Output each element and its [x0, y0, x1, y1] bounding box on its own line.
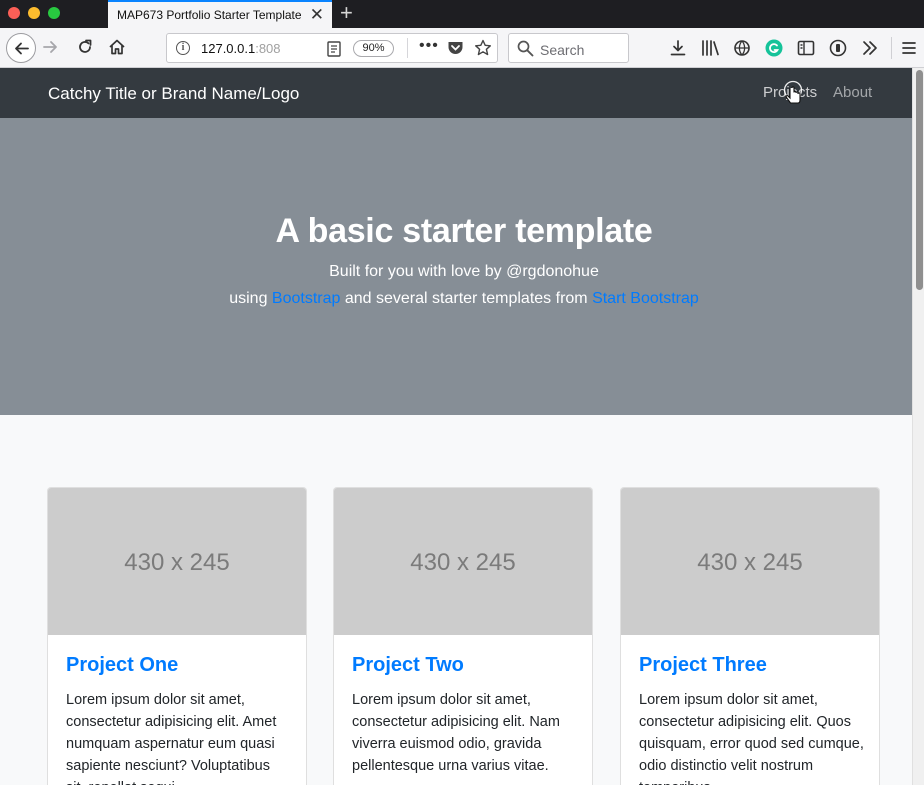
- maximize-window-button[interactable]: [48, 7, 60, 19]
- window-titlebar: MAP673 Portfolio Starter Template ✕ +: [0, 0, 924, 28]
- hero-jumbotron: A basic starter template Built for you w…: [0, 118, 912, 415]
- overflow-icon[interactable]: [862, 39, 878, 57]
- brand-link[interactable]: Catchy Title or Brand Name/Logo: [48, 84, 299, 104]
- nav-link-about[interactable]: About: [833, 84, 872, 101]
- card-title[interactable]: Project Three: [639, 654, 767, 677]
- library-icon[interactable]: [700, 39, 720, 57]
- grammarly-icon[interactable]: [765, 39, 783, 57]
- hero-credits: using Bootstrap and several starter temp…: [229, 290, 699, 307]
- card-text: Lorem ipsum dolor sit amet, consectetur …: [639, 692, 864, 785]
- more-icon[interactable]: •••: [419, 37, 439, 55]
- info-icon[interactable]: i: [176, 41, 190, 55]
- new-tab-button[interactable]: +: [340, 1, 353, 25]
- browser-toolbar: i 127.0.0.1:808 90% ••• Search: [0, 28, 924, 68]
- search-icon: [517, 40, 534, 57]
- url-divider: [407, 38, 408, 58]
- reload-icon: [79, 39, 92, 53]
- page-scrollbar[interactable]: [912, 68, 924, 785]
- project-card-two: 430 x 245 Project Two Lorem ipsum dolor …: [333, 487, 593, 785]
- site-navbar: Catchy Title or Brand Name/Logo Projects…: [0, 68, 912, 118]
- start-bootstrap-link[interactable]: Start Bootstrap: [592, 290, 699, 307]
- zoom-indicator[interactable]: 90%: [353, 40, 394, 57]
- browser-tab[interactable]: MAP673 Portfolio Starter Template ✕: [108, 0, 332, 28]
- menu-icon[interactable]: [901, 39, 917, 57]
- card-title[interactable]: Project Two: [352, 654, 464, 677]
- download-icon[interactable]: [669, 39, 687, 57]
- reload-button[interactable]: [76, 38, 94, 61]
- project-card-three: 430 x 245 Project Three Lorem ipsum dolo…: [620, 487, 880, 785]
- card-text: Lorem ipsum dolor sit amet, consectetur …: [352, 692, 560, 774]
- search-placeholder: Search: [540, 42, 585, 58]
- forward-icon: [43, 41, 57, 53]
- card-image-placeholder[interactable]: 430 x 245: [48, 488, 306, 635]
- close-window-button[interactable]: [8, 7, 20, 19]
- privacy-icon[interactable]: [829, 39, 847, 57]
- vpn-icon[interactable]: [733, 39, 751, 57]
- tab-title: MAP673 Portfolio Starter Template: [117, 8, 302, 22]
- card-text: Lorem ipsum dolor sit amet, consectetur …: [66, 692, 277, 785]
- card-image-placeholder[interactable]: 430 x 245: [621, 488, 879, 635]
- hero-title: A basic starter template: [275, 212, 653, 250]
- hero-subtitle: Built for you with love by @rgdonohue: [329, 263, 599, 280]
- home-button[interactable]: [108, 38, 126, 61]
- hand-cursor-icon: [784, 80, 803, 104]
- sidebar-icon[interactable]: [797, 39, 815, 57]
- scrollbar-thumb[interactable]: [916, 70, 923, 290]
- url-text[interactable]: 127.0.0.1:808: [201, 41, 281, 56]
- page-viewport: Catchy Title or Brand Name/Logo Projects…: [0, 68, 912, 785]
- toolbar-divider: [891, 37, 892, 59]
- back-icon: [15, 42, 29, 55]
- card-image-placeholder[interactable]: 430 x 245: [334, 488, 592, 635]
- image-size-label: 430 x 245: [697, 549, 803, 576]
- tab-close-icon[interactable]: ✕: [310, 5, 324, 25]
- image-size-label: 430 x 245: [410, 549, 516, 576]
- star-icon[interactable]: [474, 39, 492, 57]
- reader-icon[interactable]: [327, 41, 341, 57]
- url-bar[interactable]: i 127.0.0.1:808 90% •••: [166, 33, 498, 63]
- back-button[interactable]: [6, 33, 36, 63]
- minimize-window-button[interactable]: [28, 7, 40, 19]
- pocket-icon[interactable]: [447, 40, 464, 56]
- card-title[interactable]: Project One: [66, 654, 178, 677]
- search-bar[interactable]: Search: [508, 33, 629, 63]
- forward-button[interactable]: [42, 38, 60, 61]
- home-icon: [109, 39, 125, 55]
- project-card-one: 430 x 245 Project One Lorem ipsum dolor …: [47, 487, 307, 785]
- image-size-label: 430 x 245: [124, 549, 230, 576]
- bootstrap-link[interactable]: Bootstrap: [272, 290, 340, 307]
